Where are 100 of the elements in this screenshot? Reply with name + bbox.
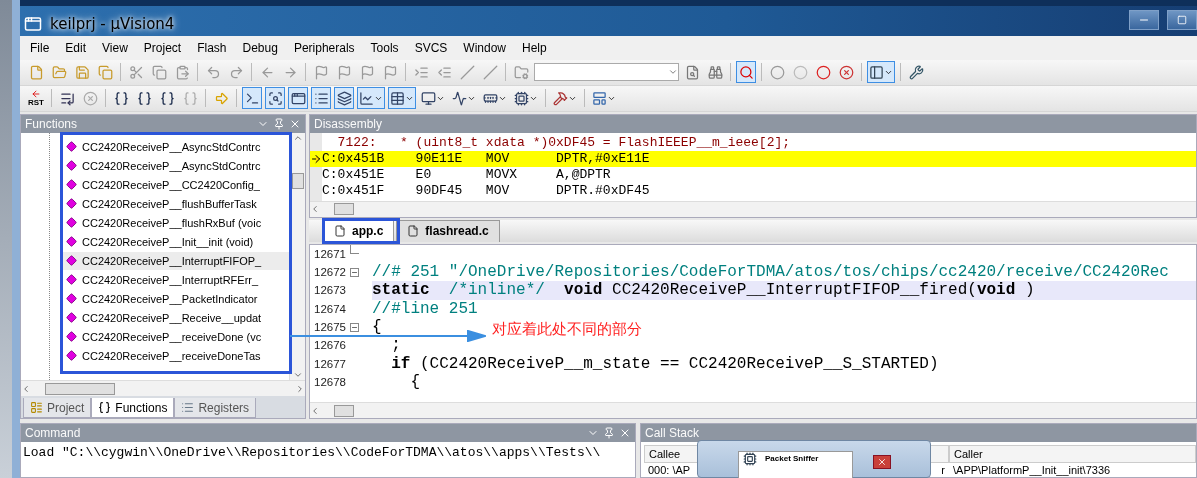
scrollbar-thumb[interactable] [334,404,354,417]
maximize-icon [1177,14,1187,25]
code-line: { [409,372,420,391]
code-line: //# 251 "/OneDrive/Repositories/CodeForTDMA/atos/tos/chips/cc2420/receive/CC2420Rec [372,263,1169,282]
function-icon [66,160,77,172]
window-layout-button[interactable] [867,61,895,84]
disassembly-icon[interactable] [265,87,285,110]
function-icon [66,255,77,267]
table-cell: 000: \AP [648,464,691,476]
find-combo-box[interactable] [534,63,679,82]
panel-title: Disassembly [314,116,383,131]
menu-item[interactable]: Project [135,40,190,55]
call-stack-icon[interactable] [334,87,354,110]
close-icon[interactable] [619,427,631,439]
disassembly-line: C:0x451E E0 MOVX A,@DPTR [321,166,612,183]
menu-item[interactable]: Window [455,40,514,55]
logo-icon [743,452,757,466]
memory-icon [390,90,405,106]
line-number: 12673 [314,284,347,297]
registers-icon[interactable] [311,87,331,110]
code-line: static /*inline*/ void CC2420ReceiveP__InterruptFIFOP__fired(void ) [372,281,1035,300]
function-item[interactable]: CC2420ReceiveP__AsyncStdContrc [62,156,289,175]
function-item[interactable]: CC2420ReceiveP__CC2420Config_ [62,175,289,194]
pin-icon[interactable] [273,117,285,130]
function-item[interactable]: CC2420ReceiveP__AsyncStdContrc [62,137,289,156]
scrollbar-thumb[interactable] [334,203,354,216]
line-number: 12676 [314,339,347,352]
hammer-icon [553,90,568,106]
editor-tab[interactable]: flashread.c [396,219,500,242]
function-item[interactable]: CC2420ReceiveP__Init__init (void) [62,232,289,251]
scroll-left-icon[interactable] [21,383,31,394]
horizontal-scrollbar[interactable] [21,380,305,396]
symbols-icon[interactable] [288,87,308,110]
command-output: Load "C:\\cygwin\\OneDrive\\Repositories\\CodeForTDMA\\atos\\apps\\Tests\\ [22,444,602,462]
maximize-button[interactable] [1167,9,1197,30]
menu-item[interactable]: View [94,40,136,55]
function-icon [66,236,77,248]
table-cell: \APP\PlatformP__Init__init\7336 [953,464,1111,476]
scroll-down-icon[interactable] [292,370,303,380]
window-button[interactable] [388,87,416,110]
debug-search-icon[interactable] [736,61,756,84]
line-number: 12674 [314,302,347,315]
scrollbar-thumb[interactable] [45,382,115,395]
function-item[interactable]: CC2420ReceiveP__InterruptRFErr_ [62,270,289,289]
command-window-icon[interactable] [242,87,262,110]
braces-icon [98,401,112,414]
menu-item[interactable]: Help [514,40,555,55]
scroll-right-icon[interactable] [295,383,305,394]
function-icon [66,293,77,305]
registers-icon [181,401,195,414]
function-icon [66,274,77,286]
preview-title: Packet Sniffer [765,453,819,465]
window-thumbnail-tooltip[interactable]: Packet Sniffer [697,440,931,478]
code-line: //#line 251 [372,299,478,318]
minimize-button[interactable] [1129,9,1159,30]
menu-item[interactable]: Edit [57,40,95,55]
menu-item[interactable]: SVCS [406,40,456,55]
current-line-arrow-icon [310,152,322,165]
horizontal-scrollbar[interactable] [310,200,1196,217]
fold-icon[interactable] [350,322,359,332]
function-item[interactable]: CC2420ReceiveP__Receive__updat [62,308,289,327]
menu-item[interactable]: Peripherals [285,40,363,55]
scroll-left-icon[interactable] [310,405,320,416]
panel-tab[interactable]: Functions [91,398,175,418]
scroll-left-icon[interactable] [310,204,320,215]
panel-title: Command [25,426,82,440]
function-icon [66,217,77,229]
disassembly-line: C:0x451F 90DF45 MOV DPTR.#0xDF45 [321,182,651,199]
panel-tab[interactable]: Project [23,398,92,418]
close-button[interactable] [873,455,891,469]
horizontal-scrollbar[interactable] [310,402,1196,418]
code-line: ; [390,336,401,355]
menu-item[interactable]: File [22,40,58,55]
function-item[interactable]: CC2420ReceiveP__flushRxBuf (voic [62,213,289,232]
panel-tab[interactable]: Registers [174,398,257,418]
annotation-text: 对应着此处不同的部分 [492,320,642,339]
close-icon [877,457,887,467]
panel-title: Functions [25,116,79,131]
menu-item[interactable]: Debug [234,40,286,55]
column-header[interactable]: Caller [949,445,1196,463]
line-number: 12677 [314,357,347,370]
menu-item[interactable]: Flash [189,40,235,55]
reset-button[interactable]: RST [26,87,46,110]
window-layout-icon [869,64,884,80]
function-item[interactable]: CC2420ReceiveP__PacketIndicator [62,289,289,308]
app-logo-icon [24,14,42,33]
window-button[interactable] [357,87,385,110]
watch-icon [359,90,374,106]
arrow-icon [31,89,41,100]
function-item[interactable]: CC2420ReceiveP__InterruptFIFOP_ [62,251,289,270]
menu-item[interactable]: Tools [362,40,407,55]
pin-icon[interactable] [603,427,615,439]
function-item[interactable]: CC2420ReceiveP__receiveDone (vc [62,327,289,346]
line-number: 12675 [314,321,347,334]
function-item[interactable]: CC2420ReceiveP__flushBufferTask [62,194,289,213]
function-icon [66,350,77,362]
table-cell: r [941,464,945,476]
function-item[interactable]: CC2420ReceiveP__receiveDoneTas [62,346,289,365]
function-icon [66,141,77,153]
fold-icon[interactable] [350,267,359,277]
